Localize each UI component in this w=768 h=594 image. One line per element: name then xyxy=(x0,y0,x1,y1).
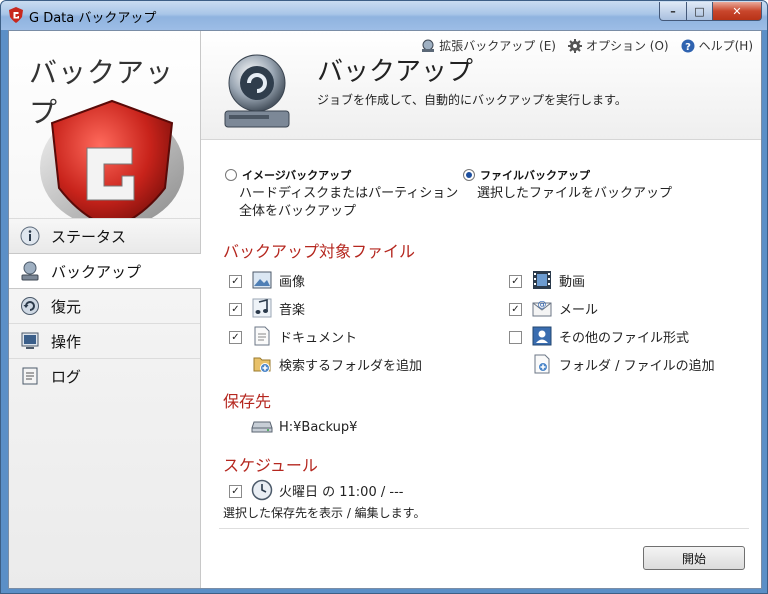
video-label: 動画 xyxy=(559,274,586,290)
sidebar-item-backup[interactable]: バックアップ xyxy=(9,253,201,289)
add-folder-icon xyxy=(251,353,273,375)
document-item: ドキュメント xyxy=(251,325,357,347)
sidebar-item-operation[interactable]: 操作 xyxy=(9,323,200,358)
other-files-item: その他のファイル形式 xyxy=(531,325,689,347)
document-checkbox[interactable]: ✓ xyxy=(229,331,242,344)
image-backup-radio[interactable]: イメージバックアップ xyxy=(225,167,351,183)
operation-icon xyxy=(19,330,41,352)
gdata-shield-icon xyxy=(9,7,23,23)
radio-circle xyxy=(225,169,237,181)
add-search-folder-label: 検索するフォルダを追加 xyxy=(279,358,423,374)
sidebar-item-log[interactable]: ログ xyxy=(9,358,200,393)
close-button[interactable]: ✕ xyxy=(712,2,762,21)
svg-text:?: ? xyxy=(685,42,691,53)
file-backup-desc: 選択したファイルをバックアップ xyxy=(477,186,673,201)
other-files-label: その他のファイル形式 xyxy=(559,330,690,346)
minimize-button[interactable]: – xyxy=(659,2,687,21)
video-item: 動画 xyxy=(531,269,585,291)
main-panel: 拡張バックアップ (E) オプション (O) ? ヘルプ(H) バックアップ ジ… xyxy=(201,31,761,588)
file-backup-label: ファイルバックアップ xyxy=(480,169,590,182)
targets-heading: バックアップ対象ファイル xyxy=(223,242,416,261)
start-button[interactable]: 開始 xyxy=(643,546,745,570)
schedule-value: 火曜日 の 11:00 / --- xyxy=(279,484,404,500)
add-folder-file-link[interactable]: フォルダ / ファイルの追加 xyxy=(531,353,715,375)
backup-drive-icon xyxy=(224,54,290,128)
footer-divider xyxy=(219,528,749,529)
help-link[interactable]: ? ヘルプ(H) xyxy=(681,37,753,54)
gear-icon xyxy=(567,38,582,53)
image-backup-desc: ハードディスクまたはパーティション 全体をバックアップ xyxy=(239,185,458,221)
title-bar[interactable]: G Data バックアップ – □ ✕ xyxy=(1,1,767,30)
destination-path-link[interactable]: H:¥Backup¥ xyxy=(251,416,357,438)
video-icon xyxy=(531,269,553,291)
other-files-icon xyxy=(531,325,553,347)
document-icon xyxy=(251,325,273,347)
sidebar-item-label: ログ xyxy=(51,367,82,386)
options-label: オプション (O) xyxy=(585,39,669,53)
svg-text:@: @ xyxy=(538,300,547,310)
radio-circle-selected xyxy=(463,169,475,181)
help-label: ヘルプ(H) xyxy=(698,39,753,53)
backup-drive-icon xyxy=(19,260,41,282)
picture-item: 画像 xyxy=(251,269,305,291)
client-area: バックアップ ステータス バックアップ 復元 操作 ログ 拡張バックアップ (E… xyxy=(8,30,762,589)
page-subtitle: ジョブを作成して、自動的にバックアップを実行します。 xyxy=(317,93,627,107)
add-folder-file-label: フォルダ / ファイルの追加 xyxy=(559,358,715,374)
info-icon xyxy=(19,225,41,247)
mail-item: @ メール xyxy=(531,297,598,319)
restore-icon xyxy=(19,295,41,317)
image-backup-desc-line2: 全体をバックアップ xyxy=(239,204,357,219)
sidebar-item-label: 復元 xyxy=(51,297,82,316)
page-title: バックアップ xyxy=(317,57,474,87)
destination-path: H:¥Backup¥ xyxy=(279,419,358,435)
destination-heading: 保存先 xyxy=(223,392,272,411)
sidebar-item-label: バックアップ xyxy=(51,262,142,281)
window-title: G Data バックアップ xyxy=(29,11,157,26)
sidebar-item-status[interactable]: ステータス xyxy=(9,218,200,253)
document-label: ドキュメント xyxy=(279,330,358,346)
help-icon: ? xyxy=(681,39,695,53)
picture-label: 画像 xyxy=(279,274,306,290)
music-icon xyxy=(251,297,273,319)
sidebar: バックアップ ステータス バックアップ 復元 操作 ログ xyxy=(9,31,201,588)
add-file-icon xyxy=(531,353,553,375)
mail-icon: @ xyxy=(531,297,553,319)
sidebar-item-label: 操作 xyxy=(51,332,82,351)
schedule-note: 選択した保存先を表示 / 編集します。 xyxy=(223,506,426,520)
file-backup-radio[interactable]: ファイルバックアップ xyxy=(463,167,590,183)
sidebar-item-restore[interactable]: 復元 xyxy=(9,288,200,323)
schedule-item[interactable]: 火曜日 の 11:00 / --- xyxy=(251,479,403,501)
music-checkbox[interactable]: ✓ xyxy=(229,303,242,316)
app-window: G Data バックアップ – □ ✕ バックアップ ステータス バックアップ … xyxy=(0,0,768,594)
schedule-checkbox[interactable]: ✓ xyxy=(229,485,242,498)
page-header: 拡張バックアップ (E) オプション (O) ? ヘルプ(H) バックアップ ジ… xyxy=(201,31,761,140)
mail-label: メール xyxy=(559,302,599,318)
image-backup-desc-line1: ハードディスクまたはパーティション xyxy=(239,186,459,201)
sidebar-item-label: ステータス xyxy=(51,227,127,246)
music-label: 音楽 xyxy=(279,302,306,318)
mail-checkbox[interactable]: ✓ xyxy=(509,303,522,316)
maximize-button[interactable]: □ xyxy=(686,2,713,21)
picture-checkbox[interactable]: ✓ xyxy=(229,275,242,288)
schedule-heading: スケジュール xyxy=(223,456,318,475)
video-checkbox[interactable]: ✓ xyxy=(509,275,522,288)
gdata-shield-logo-icon xyxy=(40,99,184,223)
music-item: 音楽 xyxy=(251,297,305,319)
add-search-folder-link[interactable]: 検索するフォルダを追加 xyxy=(251,353,422,375)
options-link[interactable]: オプション (O) xyxy=(567,37,669,54)
log-icon xyxy=(19,365,41,387)
other-files-checkbox[interactable] xyxy=(509,331,522,344)
clock-icon xyxy=(251,479,273,501)
image-backup-label: イメージバックアップ xyxy=(242,169,352,182)
picture-icon xyxy=(251,269,273,291)
drive-icon xyxy=(251,416,273,438)
